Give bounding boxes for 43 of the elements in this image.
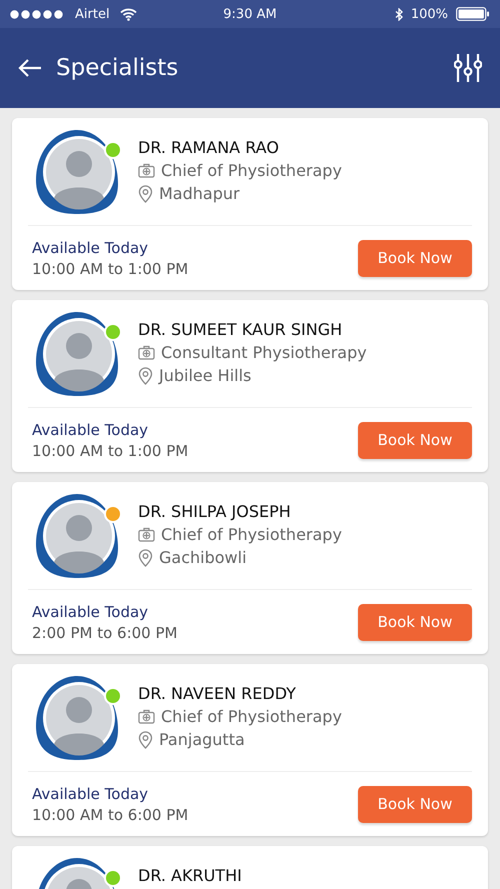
doctor-location: Madhapur <box>159 184 240 203</box>
availability-label: Available Today <box>32 784 150 802</box>
doctor-location: Panjagutta <box>159 730 245 749</box>
doctor-name: DR. AKRUTHI <box>138 866 242 885</box>
book-now-button[interactable]: Book Now <box>358 786 472 822</box>
available-hours: 10:00 AM to 1:00 PM <box>32 442 188 460</box>
status-time: 9:30 AM <box>223 6 277 22</box>
medical-kit-icon <box>138 527 155 542</box>
doctor-role: Chief of Physiotherapy <box>161 707 342 726</box>
book-now-button[interactable]: Book Now <box>358 240 472 276</box>
doctor-location: Jubilee Hills <box>159 366 252 385</box>
bluetooth-icon <box>394 8 403 20</box>
doctor-name: DR. SHILPA JOSEPH <box>138 502 292 521</box>
availability-label: Available Today <box>32 602 150 620</box>
medical-kit-icon <box>138 345 155 360</box>
back-button[interactable] <box>18 59 42 77</box>
available-hours: 10:00 AM to 6:00 PM <box>32 806 188 824</box>
battery-percent: 100% <box>410 6 448 22</box>
doctor-role: Consultant Physiotherapy <box>161 343 367 362</box>
wifi-icon <box>120 8 137 20</box>
medical-kit-icon <box>138 163 155 178</box>
location-pin-icon <box>138 366 153 384</box>
carrier-name: Airtel <box>75 6 110 22</box>
doctor-role: Chief of Physiotherapy <box>161 161 342 180</box>
signal-icon <box>10 10 65 18</box>
book-now-button[interactable]: Book Now <box>358 604 472 640</box>
available-hours: 10:00 AM to 1:00 PM <box>32 260 188 278</box>
availability-label: Available Today <box>32 238 150 256</box>
doctor-location: Gachibowli <box>159 548 247 567</box>
battery-icon <box>456 7 490 21</box>
available-hours: 2:00 PM to 6:00 PM <box>32 624 178 642</box>
doctor-name: DR. SUMEET KAUR SINGH <box>138 320 344 339</box>
page-title: Specialists <box>56 55 180 81</box>
doctor-role: Chief of Physiotherapy <box>161 525 342 544</box>
medical-kit-icon <box>138 709 155 724</box>
doctor-name: DR. NAVEEN REDDY <box>138 684 297 703</box>
location-pin-icon <box>138 730 153 748</box>
availability-label: Available Today <box>32 420 150 438</box>
location-pin-icon <box>138 548 153 566</box>
location-pin-icon <box>138 184 153 202</box>
book-now-button[interactable]: Book Now <box>358 422 472 458</box>
filter-icon[interactable] <box>454 53 482 83</box>
doctor-name: DR. RAMANA RAO <box>138 138 280 157</box>
